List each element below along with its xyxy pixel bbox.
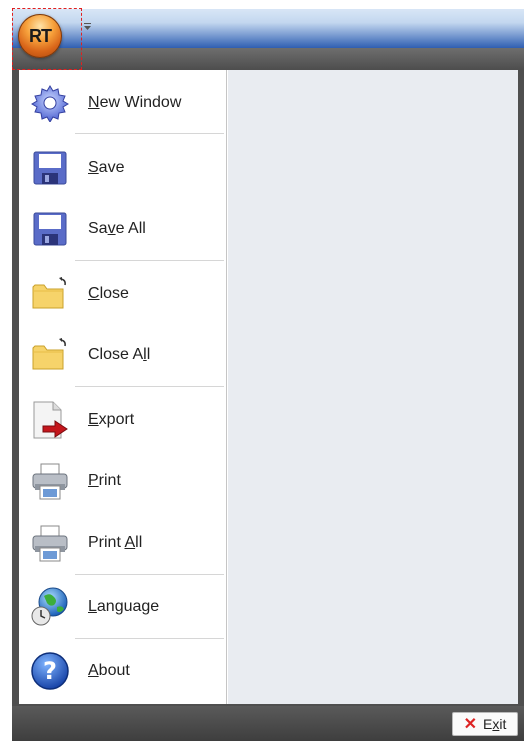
help-icon: ? <box>30 651 70 691</box>
recent-items-pane <box>227 70 518 704</box>
menu-item-label: Close All <box>88 346 151 363</box>
svg-text:?: ? <box>43 657 57 685</box>
menu-item-save[interactable]: Save <box>19 139 226 197</box>
exit-button[interactable]: ✕ Exit <box>452 712 518 736</box>
menu-item-print[interactable]: Print <box>19 452 226 510</box>
menu-separator <box>75 574 224 575</box>
application-menu: New Window Save Save All Close Close All… <box>12 70 524 706</box>
menu-item-save-all[interactable]: Save All <box>19 200 226 258</box>
folder-close-icon <box>30 274 70 314</box>
menu-footer: ✕ Exit <box>12 706 524 741</box>
printer-icon <box>30 461 70 501</box>
menu-item-export[interactable]: Export <box>19 391 226 449</box>
menu-item-close-all[interactable]: Close All <box>19 326 226 384</box>
menu-separator <box>75 260 224 261</box>
menu-item-language[interactable]: Language <box>19 578 226 636</box>
globe-clock-icon <box>30 587 70 627</box>
folder-close-icon <box>30 335 70 375</box>
menu-item-label: Save <box>88 159 125 176</box>
menu-item-label: Close <box>88 285 129 302</box>
exit-button-label: Exit <box>483 716 507 732</box>
menu-item-print-all[interactable]: Print All <box>19 514 226 572</box>
menu-separator <box>75 133 224 134</box>
floppy-icon <box>30 209 70 249</box>
menu-separator <box>75 638 224 639</box>
application-button-label: RT <box>29 25 52 46</box>
quick-access-dropdown-icon[interactable] <box>83 22 93 32</box>
menu-commands-pane: New Window Save Save All Close Close All… <box>19 70 227 704</box>
menu-item-label: Print All <box>88 534 143 551</box>
menu-header-strip <box>12 48 524 70</box>
menu-item-label: Save All <box>88 220 146 237</box>
menu-item-label: Print <box>88 472 121 489</box>
menu-item-about[interactable]: ? About <box>19 642 226 700</box>
menu-item-label: About <box>88 662 130 679</box>
printer-icon <box>30 523 70 563</box>
menu-item-label: Language <box>88 598 160 615</box>
menu-item-label: New Window <box>88 94 182 111</box>
close-icon: ✕ <box>463 716 478 733</box>
application-menu-button[interactable]: RT <box>18 14 62 58</box>
menu-item-new-window[interactable]: New Window <box>19 74 226 132</box>
export-icon <box>30 400 70 440</box>
floppy-icon <box>30 148 70 188</box>
menu-item-close[interactable]: Close <box>19 265 226 323</box>
menu-item-label: Export <box>88 411 135 428</box>
gear-icon <box>30 83 70 123</box>
menu-separator <box>75 386 224 387</box>
